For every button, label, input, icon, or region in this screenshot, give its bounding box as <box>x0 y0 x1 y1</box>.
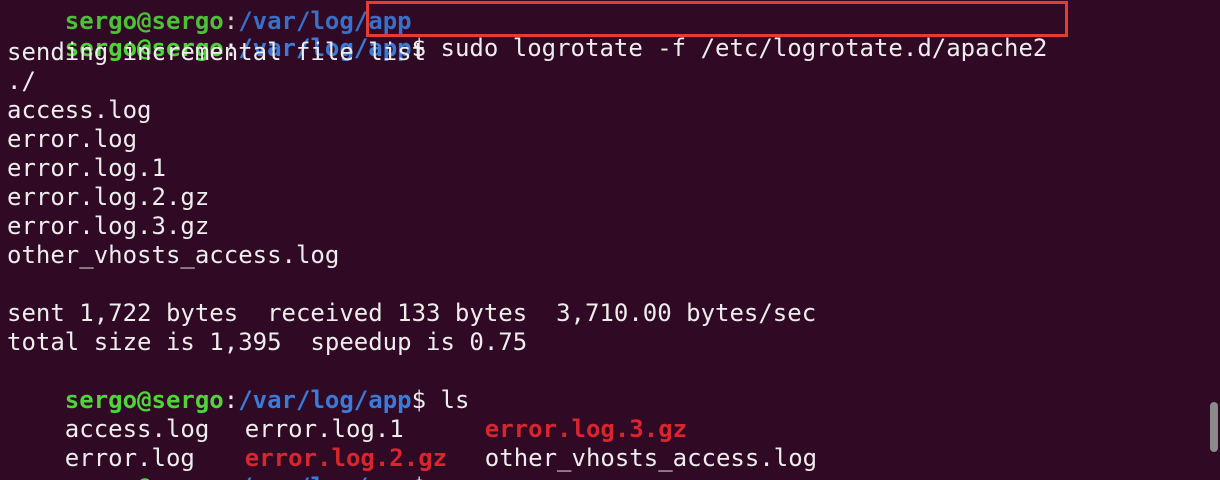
ls-output-cell: error.log.3.gz <box>427 386 687 443</box>
terminal-window[interactable]: sergo@sergo:/var/log/app sergo@sergo:/va… <box>0 0 1220 480</box>
prompt-symbol: $ <box>411 386 427 414</box>
total-size-line: total size is 1,395 speedup is 0.75 <box>7 328 528 356</box>
file-list-item: error.log.1 <box>7 154 166 182</box>
ls-output-cell: error.log.1 <box>187 386 404 443</box>
file-list-item: other_vhosts_access.log <box>7 241 340 269</box>
command-line-prompt[interactable]: sergo@sergo:/var/log/app$ <box>7 444 426 480</box>
command-line-logrotate: sergo@sergo:/var/log/app$ sudo logrotate… <box>7 5 1048 62</box>
scrollbar-thumb[interactable] <box>1210 402 1218 452</box>
prompt-symbol: $ <box>412 473 426 480</box>
output-line: ./ <box>7 67 36 95</box>
command-text: sudo logrotate -f /etc/logrotate.d/apach… <box>426 34 1048 62</box>
ls-output-cell: error.log.2.gz <box>187 415 447 472</box>
command-line-ls: sergo@sergo:/var/log/app$ ls <box>7 357 470 414</box>
prompt-path: /var/log/app <box>238 473 411 480</box>
prompt-user-host: sergo@sergo <box>65 473 224 480</box>
ls-output-row: access.log <box>7 386 210 443</box>
file-list-item: access.log <box>7 96 152 124</box>
file-list-item: error.log <box>7 125 138 153</box>
prompt-separator: : <box>224 473 238 480</box>
file-list-item: error.log.2.gz <box>7 183 210 211</box>
ls-output-row: error.log <box>7 415 195 472</box>
transfer-stats-line: sent 1,722 bytes received 133 bytes 3,71… <box>7 299 817 327</box>
ls-file-entry: other_vhosts_access.log <box>484 444 818 472</box>
output-line: sending incremental file list <box>7 38 427 66</box>
file-list-item: error.log.3.gz <box>7 212 210 240</box>
ls-output-cell: other_vhosts_access.log <box>427 415 817 472</box>
